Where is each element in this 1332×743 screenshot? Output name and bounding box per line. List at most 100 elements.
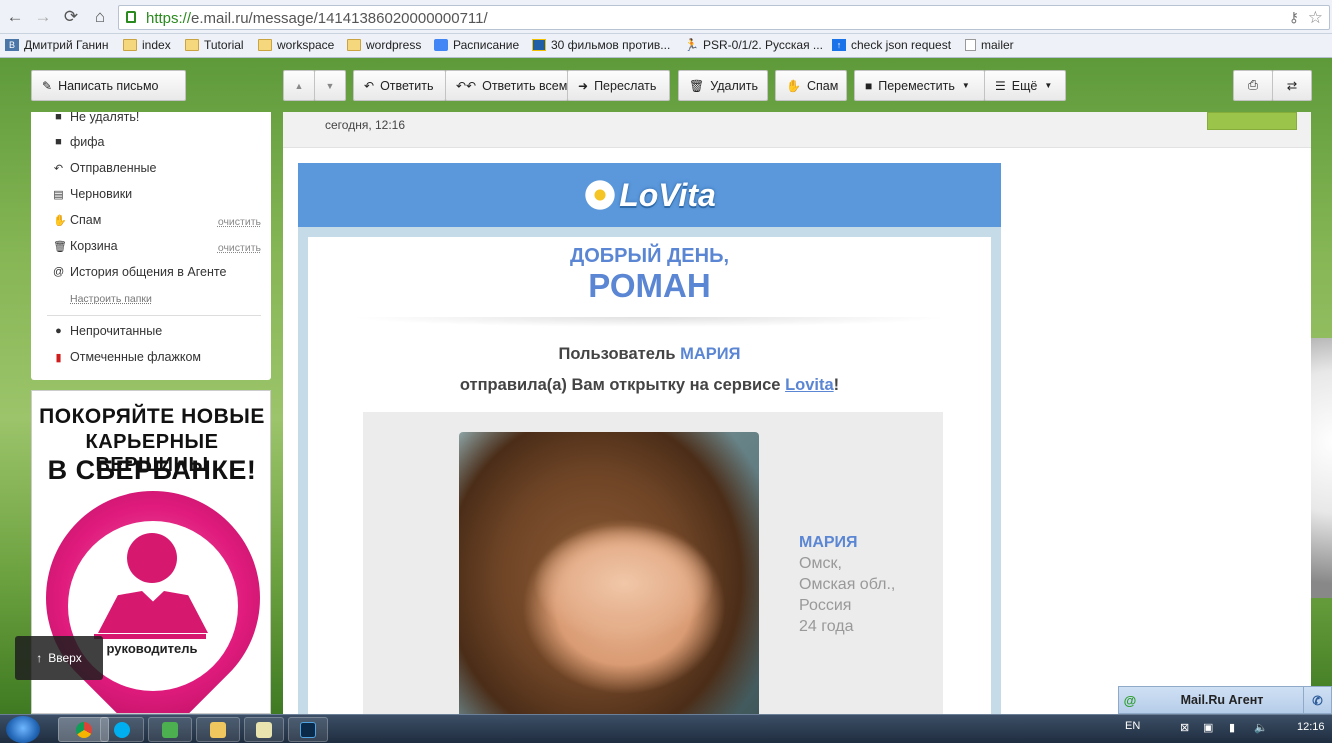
bookmark-item[interactable]: workspace	[258, 38, 334, 52]
folder-item[interactable]: ■ фифа	[53, 135, 104, 149]
clock[interactable]: 12:16	[1297, 721, 1325, 733]
url-text[interactable]: https://e.mail.ru/message/14141386020000…	[146, 10, 488, 27]
trash-icon: 🗑	[689, 78, 705, 93]
bookmarks-bar: B Дмитрий Ганин index Tutorial workspace …	[0, 34, 1332, 58]
mail-toolbar: ✎ Написать письмо ▲ ▼ ↶ Ответить ↶↶ Ответит…	[0, 58, 1332, 112]
scroll-up-button[interactable]: ↑ Вверх	[15, 636, 103, 680]
filter-unread[interactable]: ● Непрочитанные	[53, 324, 162, 338]
clean-spam-link[interactable]: очистить	[218, 216, 261, 228]
bookmark-item[interactable]: 🏃 PSR-0/1/2. Русская ...	[684, 38, 823, 52]
bookmark-item[interactable]: wordpress	[347, 38, 421, 52]
reply-button[interactable]: ↶ Ответить	[353, 70, 446, 101]
setup-folders-link[interactable]: Настроить папки	[70, 293, 152, 305]
divider-shadow	[348, 317, 951, 327]
google-icon	[434, 39, 448, 51]
more-dropdown[interactable]: ☰ Ещё ▼	[984, 70, 1066, 101]
tray-icon[interactable]: ▣	[1203, 721, 1213, 734]
spam-button[interactable]: ✋ Спам	[775, 70, 847, 101]
filter-flagged[interactable]: ▮ Отмеченные флажком	[53, 350, 201, 364]
up-arrow-icon: ↑	[832, 39, 846, 51]
forward-arrow-icon[interactable]: →	[32, 6, 54, 28]
folder-item-agent-history[interactable]: @ История общения в Агенте	[53, 265, 226, 279]
folder-icon	[210, 721, 226, 738]
next-message-button[interactable]: ▼	[314, 70, 346, 101]
page-icon	[965, 39, 976, 51]
taskbar-network[interactable]	[148, 717, 192, 742]
translate-icon: ⇄	[1286, 79, 1298, 93]
trash-icon: 🗑	[53, 240, 67, 253]
folder-icon	[123, 39, 137, 51]
arrow-up-icon: ↑	[36, 651, 43, 665]
lock-icon	[126, 11, 136, 23]
green-action-button[interactable]	[1207, 112, 1297, 130]
ad-line: ПОКОРЯЙТЕ НОВЫЕ	[39, 405, 265, 428]
bookmark-item[interactable]: B Дмитрий Ганин	[5, 38, 108, 52]
bookmark-item[interactable]: Расписание	[434, 38, 519, 52]
caret-up-icon: ▲	[294, 80, 304, 91]
bookmark-item[interactable]: mailer	[965, 38, 1014, 52]
at-icon: @	[53, 266, 65, 278]
folder-item-spam[interactable]: ✋ Спам	[53, 213, 101, 227]
reload-icon[interactable]: ⟳	[60, 6, 82, 28]
lovita-logo[interactable]: LoVita	[583, 177, 716, 214]
taskbar-explorer[interactable]	[196, 717, 240, 742]
compose-button[interactable]: ✎ Написать письмо	[31, 70, 186, 101]
folder-item-sent[interactable]: ↶ Отправленные	[53, 161, 157, 175]
folder-icon	[347, 39, 361, 51]
folder-item-trash[interactable]: 🗑 Корзина	[53, 239, 118, 253]
language-indicator[interactable]: EN	[1125, 720, 1140, 732]
lovita-body: ДОБРЫЙ ДЕНЬ, РОМАН Пользователь МАРИЯ от…	[308, 237, 991, 723]
taskbar-photoshop[interactable]	[288, 717, 328, 742]
message-date: сегодня, 12:16	[325, 118, 406, 132]
signal-icon[interactable]: ▮	[1229, 721, 1235, 734]
volume-icon[interactable]: 🔈	[1254, 721, 1268, 734]
clean-trash-link[interactable]: очистить	[218, 242, 261, 254]
reply-all-button[interactable]: ↶↶ Ответить всем	[445, 70, 568, 101]
chevron-down-icon: ▼	[961, 81, 970, 90]
phone-icon[interactable]: ✆	[1303, 687, 1331, 713]
runner-icon: 🏃	[684, 38, 699, 52]
bookmark-star-icon[interactable]: ☆	[1308, 8, 1323, 28]
folder-icon: ■	[55, 136, 62, 148]
translate-button[interactable]: ⇄	[1272, 70, 1312, 101]
agent-at-icon: @	[1123, 692, 1137, 708]
profile-info: МАРИЯ Омск, Омская обл., Россия 24 года	[799, 532, 895, 637]
bookmark-item[interactable]: index	[123, 38, 171, 52]
taskbar-notepad[interactable]	[244, 717, 284, 742]
profile-photo[interactable]	[459, 432, 759, 723]
folder-sidebar: ■ Не удалять! ■ фифа ↶ Отправленные ▤ Чернов…	[31, 110, 271, 380]
print-button[interactable]: ⎙	[1233, 70, 1273, 101]
bookmark-item[interactable]: ↑ check json request	[832, 38, 951, 52]
profile-name[interactable]: МАРИЯ	[799, 532, 895, 553]
prev-message-button[interactable]: ▲	[283, 70, 315, 101]
thumbs-down-icon: ✋	[786, 78, 801, 93]
folder-item[interactable]: ■ Не удалять!	[53, 110, 139, 124]
move-dropdown[interactable]: ■ Переместить ▼	[854, 70, 985, 101]
windows-start-icon[interactable]	[6, 716, 40, 743]
delete-button[interactable]: 🗑 Удалить	[678, 70, 768, 101]
folder-item-drafts[interactable]: ▤ Черновики	[53, 187, 132, 201]
bookmark-item[interactable]: Tutorial	[185, 38, 244, 52]
browser-toolbar: ← → ⟳ ⌂ https://e.mail.ru/message/141413…	[0, 0, 1332, 34]
message-view: сегодня, 12:16 LoVita ДОБРЫЙ ДЕНЬ, РОМАН…	[283, 112, 1311, 723]
address-bar[interactable]: https://e.mail.ru/message/14141386020000…	[118, 5, 1330, 30]
forward-button[interactable]: ➜ Переслать	[567, 70, 670, 101]
lovita-header: LoVita	[298, 163, 1001, 227]
folder-icon: ■	[55, 111, 62, 123]
home-icon[interactable]: ⌂	[89, 6, 111, 28]
photoshop-icon	[300, 721, 316, 738]
menu-icon: ☰	[995, 78, 1006, 93]
back-arrow-icon[interactable]: ←	[4, 6, 26, 28]
windows-taskbar: EN ⊠ ▣ ▮ 🔈 12:16	[0, 714, 1332, 743]
ad-line: В СБЕРБАНКЕ!	[47, 455, 257, 485]
profile-age: 24 года	[799, 618, 854, 635]
bookmark-item[interactable]: 30 фильмов против...	[532, 38, 670, 52]
tray-icon[interactable]: ⊠	[1180, 721, 1189, 734]
taskbar-skype[interactable]	[100, 717, 144, 742]
lovita-link[interactable]: Lovita	[785, 376, 834, 394]
folder-icon: ■	[865, 78, 873, 93]
key-icon[interactable]: ⚷	[1289, 9, 1299, 26]
network-icon	[162, 721, 178, 738]
mailru-agent-bar[interactable]: @ Mail.Ru Агент ✆	[1118, 686, 1332, 714]
message-header: сегодня, 12:16	[283, 112, 1311, 148]
